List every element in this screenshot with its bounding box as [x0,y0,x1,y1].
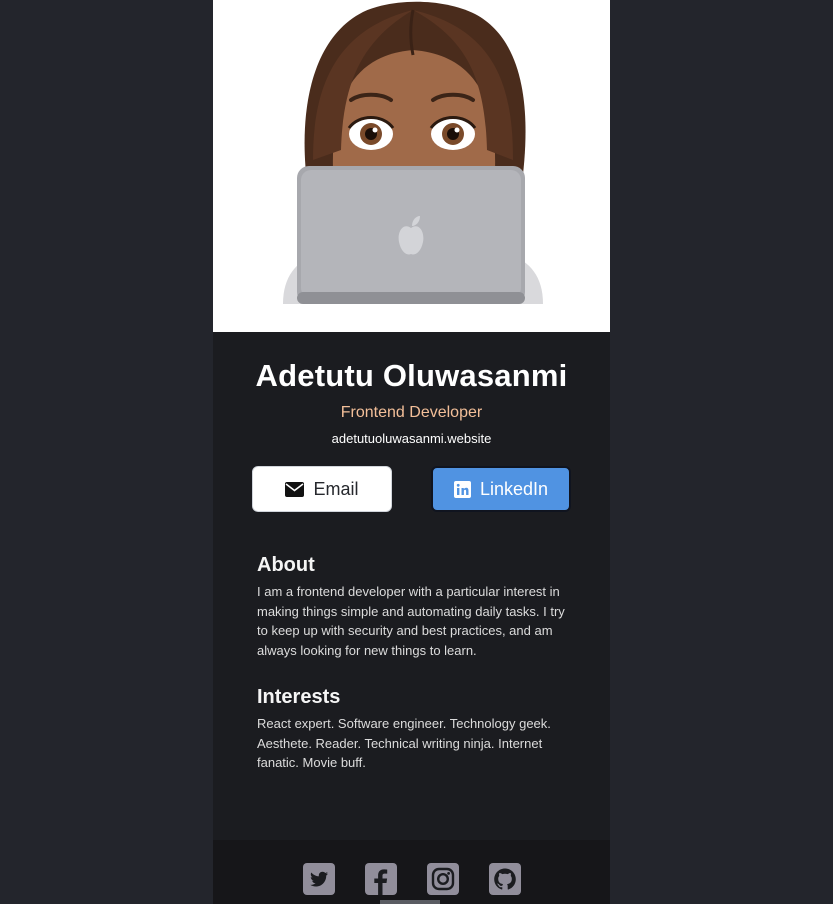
interests-heading: Interests [257,686,341,708]
footer [213,840,610,904]
interests-text: React expert. Software engineer. Technol… [257,716,551,770]
linkedin-button-label: LinkedIn [479,478,549,499]
interests-section: Interests React expert. Software enginee… [213,684,610,773]
profile-name: Adetutu Oluwasanmi [255,358,568,393]
profile-card: Adetutu Oluwasanmi Frontend Developer ad… [213,0,610,904]
about-section: About I am a frontend developer with a p… [213,552,610,660]
email-button-label: Email [313,478,359,499]
horizontal-scrollbar-thumb[interactable] [380,900,440,904]
email-button[interactable]: Email [252,466,392,512]
instagram-icon[interactable] [427,863,459,895]
facebook-icon[interactable] [365,863,397,895]
twitter-icon[interactable] [303,863,335,895]
profile-role: Frontend Developer [340,404,483,421]
about-text: I am a frontend developer with a particu… [257,584,565,658]
github-icon[interactable] [489,863,521,895]
social-links [303,863,521,895]
profile-info: Adetutu Oluwasanmi Frontend Developer ad… [213,332,610,512]
contact-buttons: Email LinkedIn [252,466,571,512]
linkedin-icon [453,480,471,498]
memoji-avatar-image [283,1,543,304]
about-heading: About [257,554,315,576]
profile-website-link[interactable]: adetutuoluwasanmi.website [213,430,610,448]
linkedin-button[interactable]: LinkedIn [431,466,571,512]
profile-photo [213,0,610,332]
envelope-icon [285,481,305,497]
